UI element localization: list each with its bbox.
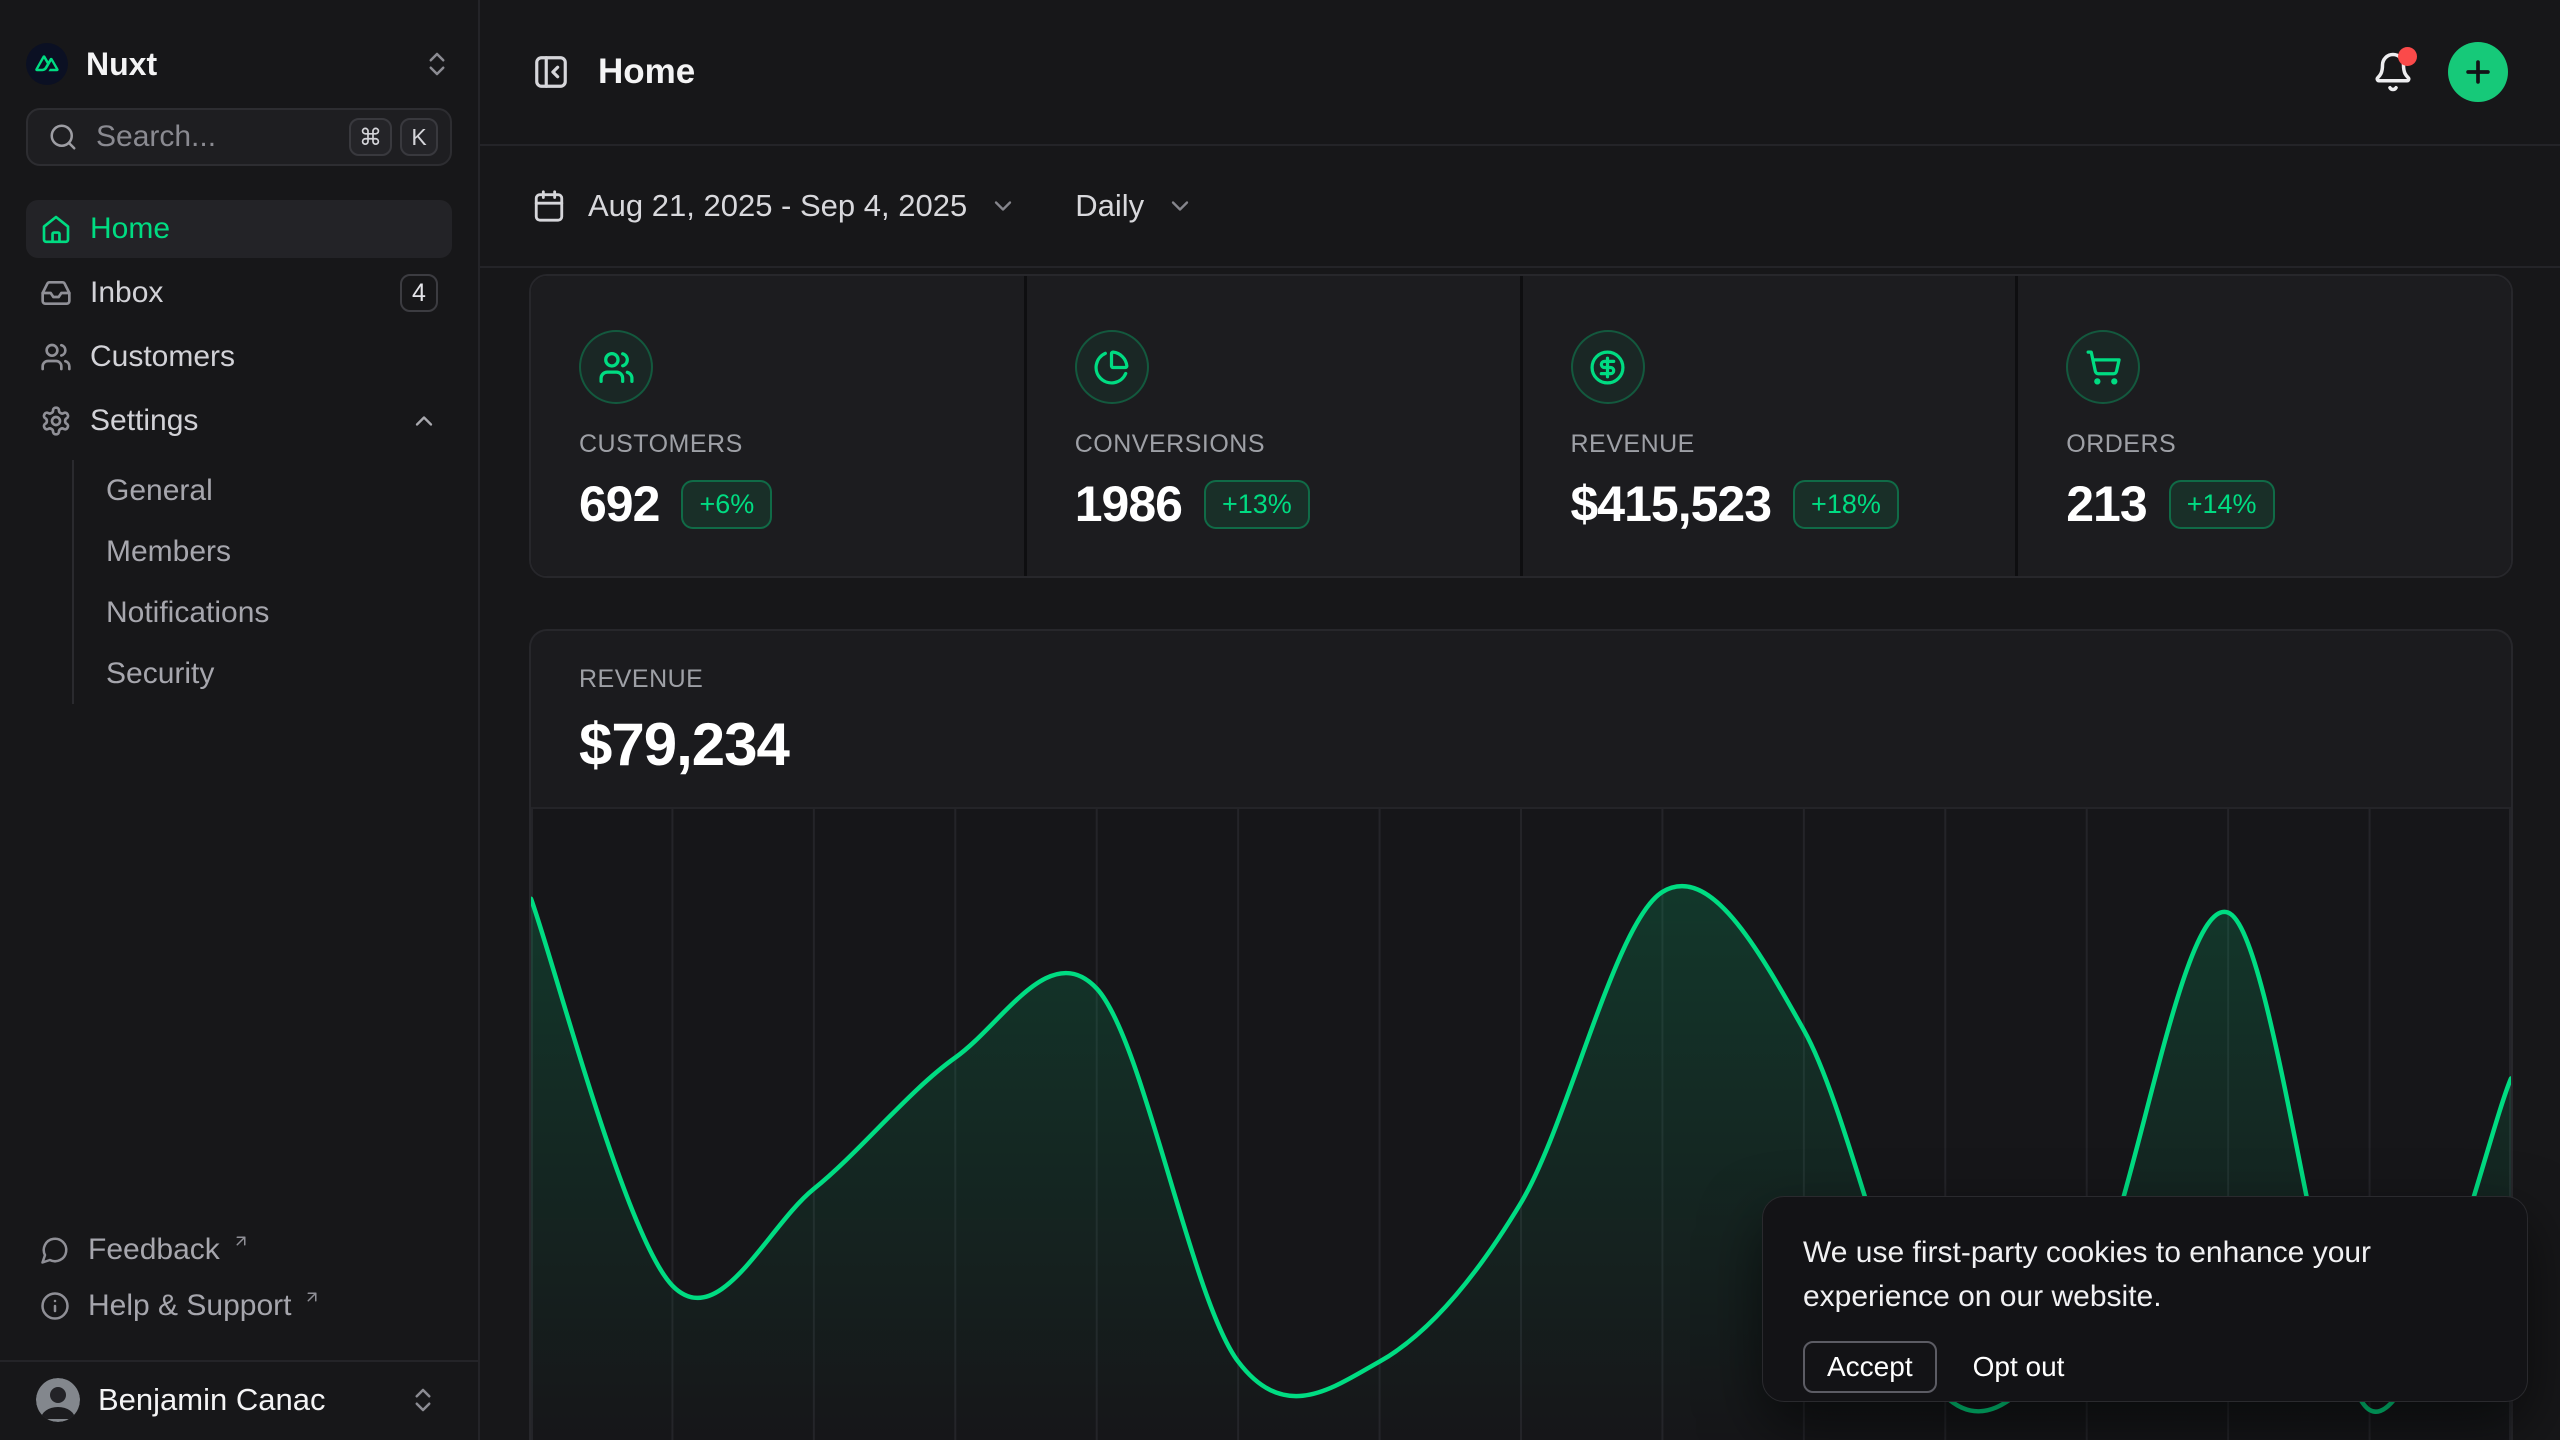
stat-value: $415,523	[1571, 475, 1772, 533]
filters-toolbar: Aug 21, 2025 - Sep 4, 2025 Daily	[480, 146, 2560, 268]
sidebar-item-label: Inbox	[90, 276, 382, 310]
kbd-k: K	[400, 118, 438, 156]
sidebar-item-settings[interactable]: Settings	[26, 392, 452, 450]
calendar-icon	[532, 189, 566, 223]
chevrons-up-down-icon	[422, 49, 452, 79]
revenue-label: REVENUE	[579, 665, 2463, 694]
sidebar-nav: Home Inbox 4 Customers Settings	[26, 200, 452, 704]
stat-card-customers[interactable]: CUSTOMERS 692 +6%	[531, 276, 1024, 576]
stat-delta-badge: +14%	[2169, 480, 2275, 529]
stats-row: CUSTOMERS 692 +6% CONVERSIONS 1986 +13%	[529, 274, 2513, 578]
house-icon	[40, 213, 72, 245]
stat-card-conversions[interactable]: CONVERSIONS 1986 +13%	[1027, 276, 1520, 576]
add-button[interactable]	[2448, 42, 2508, 102]
sidebar-item-notifications[interactable]: Notifications	[74, 582, 452, 643]
notifications-button[interactable]	[2372, 51, 2414, 93]
info-circle-icon	[40, 1291, 70, 1321]
cookie-message: We use first-party cookies to enhance yo…	[1803, 1231, 2453, 1319]
stat-delta-badge: +13%	[1204, 480, 1310, 529]
inbox-icon	[40, 277, 72, 309]
search-icon	[48, 122, 78, 152]
page-header: Home	[480, 0, 2560, 146]
sidebar-item-home[interactable]: Home	[26, 200, 452, 258]
team-name: Nuxt	[86, 46, 404, 83]
sidebar-item-help-support[interactable]: Help & Support	[26, 1278, 452, 1334]
stat-card-revenue[interactable]: REVENUE $415,523 +18%	[1523, 276, 2016, 576]
sidebar-item-label: Customers	[90, 340, 438, 374]
kbd-cmd: ⌘	[349, 118, 392, 156]
dollar-circle-icon	[1571, 330, 1645, 404]
stat-label: ORDERS	[2066, 430, 2511, 459]
settings-subnav: General Members Notifications Security	[72, 460, 452, 704]
sidebar-item-label: Help & Support	[88, 1289, 291, 1323]
user-menu[interactable]: Benjamin Canac	[26, 1362, 452, 1440]
inbox-count-badge: 4	[400, 274, 438, 312]
sidebar-item-inbox[interactable]: Inbox 4	[26, 264, 452, 322]
gear-icon	[40, 405, 72, 437]
chevron-down-icon	[989, 192, 1017, 220]
external-link-icon	[232, 1232, 250, 1250]
chevron-down-icon	[1166, 192, 1194, 220]
sidebar-item-customers[interactable]: Customers	[26, 328, 452, 386]
sidebar-item-label: Home	[90, 212, 438, 246]
sidebar-item-general[interactable]: General	[74, 460, 452, 521]
shopping-cart-icon	[2066, 330, 2140, 404]
date-range-picker[interactable]: Aug 21, 2025 - Sep 4, 2025	[532, 188, 1017, 224]
external-link-icon	[303, 1288, 321, 1306]
revenue-header: REVENUE $79,234	[531, 631, 2511, 807]
users-icon	[40, 341, 72, 373]
revenue-value: $79,234	[579, 710, 2463, 779]
chevron-up-icon	[410, 407, 438, 435]
opt-out-button[interactable]: Opt out	[1967, 1343, 2071, 1391]
sidebar-item-security[interactable]: Security	[74, 643, 452, 704]
avatar	[36, 1378, 80, 1422]
chevrons-up-down-icon	[408, 1385, 438, 1415]
pie-chart-icon	[1075, 330, 1149, 404]
sidebar: Nuxt Search... ⌘ K Home	[0, 0, 480, 1440]
stat-value: 1986	[1075, 475, 1182, 533]
date-range-value: Aug 21, 2025 - Sep 4, 2025	[588, 188, 967, 224]
nuxt-logo-icon	[26, 43, 68, 85]
search-shortcut: ⌘ K	[349, 118, 438, 156]
stat-label: CONVERSIONS	[1075, 430, 1520, 459]
cookie-banner: We use first-party cookies to enhance yo…	[1762, 1196, 2528, 1402]
stat-delta-badge: +6%	[681, 480, 772, 529]
stat-card-orders[interactable]: ORDERS 213 +14%	[2018, 276, 2511, 576]
accept-button[interactable]: Accept	[1803, 1341, 1937, 1393]
collapse-sidebar-button[interactable]	[532, 53, 570, 91]
users-icon	[579, 330, 653, 404]
page-title: Home	[598, 52, 695, 92]
sidebar-item-feedback[interactable]: Feedback	[26, 1222, 452, 1278]
chat-bubble-icon	[40, 1235, 70, 1265]
search-input[interactable]: Search... ⌘ K	[26, 108, 452, 166]
team-switcher[interactable]: Nuxt	[26, 42, 452, 86]
sidebar-spacer	[26, 704, 452, 1222]
user-name: Benjamin Canac	[98, 1382, 390, 1418]
stat-value: 213	[2066, 475, 2146, 533]
stat-label: CUSTOMERS	[579, 430, 1024, 459]
stat-value: 692	[579, 475, 659, 533]
stat-delta-badge: +18%	[1793, 480, 1899, 529]
granularity-value: Daily	[1075, 188, 1144, 224]
sidebar-item-label: Settings	[90, 404, 392, 438]
search-placeholder: Search...	[96, 120, 331, 154]
sidebar-item-label: Feedback	[88, 1233, 220, 1267]
notification-dot	[2398, 47, 2417, 66]
stat-label: REVENUE	[1571, 430, 2016, 459]
sidebar-item-members[interactable]: Members	[74, 521, 452, 582]
granularity-select[interactable]: Daily	[1075, 188, 1194, 224]
